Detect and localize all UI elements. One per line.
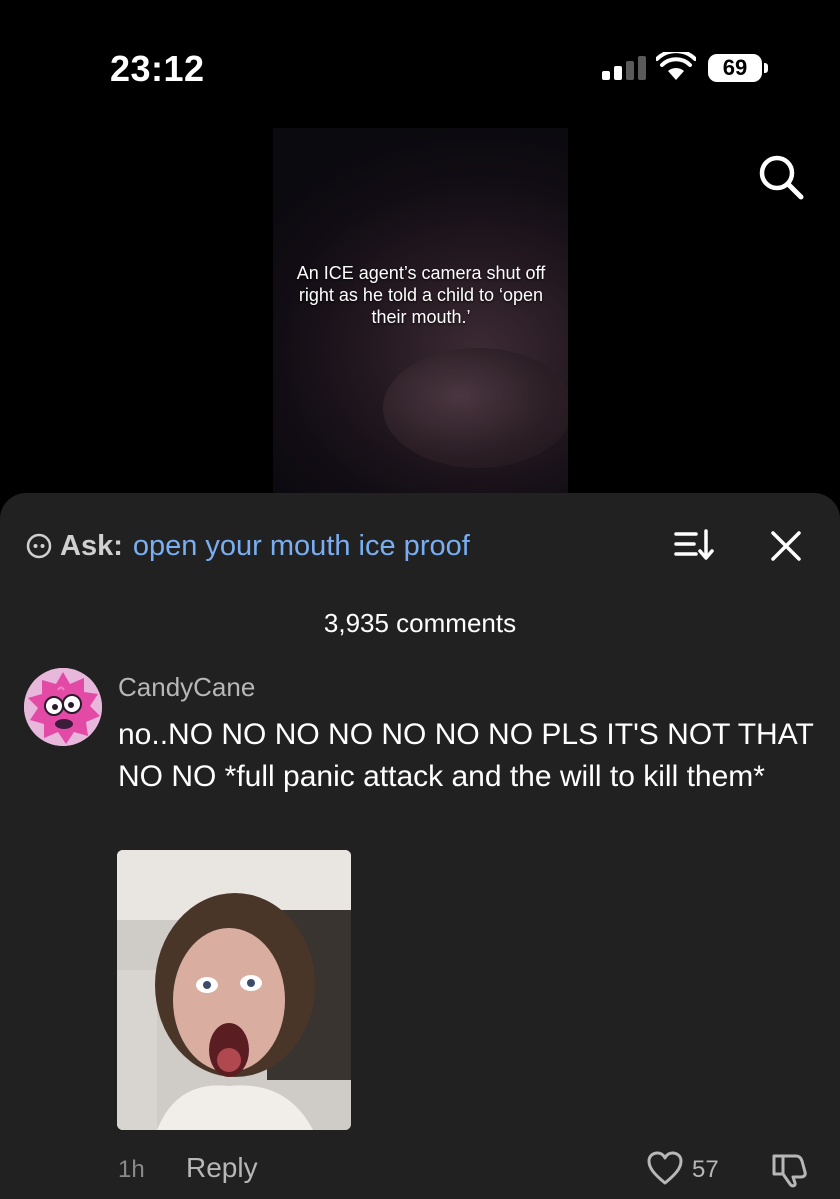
dislike-icon[interactable]	[770, 1150, 808, 1188]
wifi-icon	[656, 52, 696, 80]
search-icon[interactable]	[756, 152, 806, 202]
comment-time: 1h	[118, 1156, 145, 1183]
signal-icon	[602, 56, 646, 80]
video-player[interactable]: An ICE agent’s camera shut off right as …	[273, 128, 568, 498]
ask-query-link[interactable]: open your mouth ice proof	[133, 530, 470, 563]
comment-username[interactable]: CandyCane	[118, 672, 255, 703]
comment-reaction-image[interactable]	[117, 850, 351, 1130]
comment-text: no..NO NO NO NO NO NO NO PLS IT'S NOT TH…	[118, 718, 814, 793]
status-time: 23:12	[110, 48, 205, 89]
battery-icon: 69	[708, 54, 762, 82]
close-icon[interactable]	[768, 528, 804, 564]
avatar[interactable]	[24, 668, 102, 746]
battery-nub	[764, 63, 768, 73]
comment-count: 3,935 comments	[323, 608, 517, 638]
ai-assistant-icon	[26, 533, 52, 559]
ask-search-bar[interactable]: Ask: open your mouth ice proof	[26, 529, 470, 563]
video-caption: An ICE agent’s camera shut off right as …	[296, 263, 546, 327]
video-shadow	[383, 348, 568, 468]
like-count: 57	[692, 1156, 719, 1183]
reply-button[interactable]: Reply	[186, 1152, 258, 1184]
heart-icon[interactable]	[646, 1150, 684, 1186]
sort-icon[interactable]	[674, 528, 714, 562]
ask-label: Ask:	[60, 529, 123, 562]
